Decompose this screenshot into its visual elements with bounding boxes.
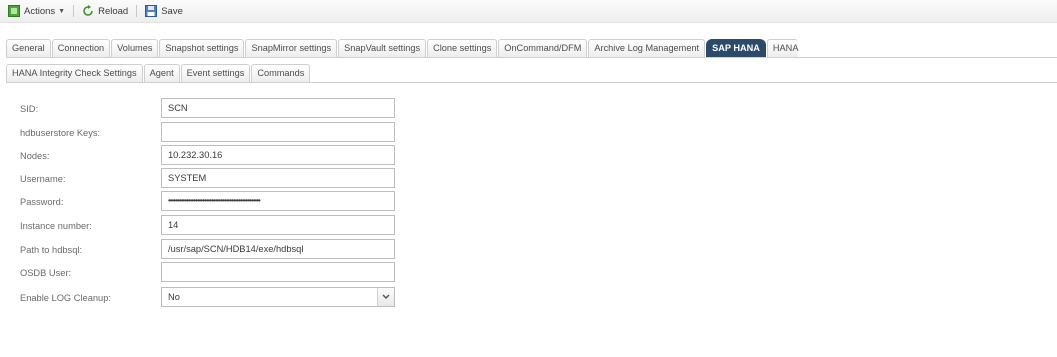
tab-row-1-divider [6, 57, 1057, 58]
toolbar-separator [73, 5, 75, 17]
form-row-enable-log-cleanup: Enable LOG Cleanup: No [20, 287, 420, 309]
form-row-osdb-user: OSDB User: [20, 262, 420, 284]
username-input[interactable]: SYSTEM [161, 168, 395, 188]
actions-label: Actions [24, 5, 56, 17]
nodes-label: Nodes: [20, 151, 50, 161]
form-row-hdbuserstore-keys: hdbuserstore Keys: [20, 122, 420, 144]
osdb-user-input[interactable] [161, 262, 395, 282]
password-label: Password: [20, 197, 64, 207]
form-row-nodes: Nodes: 10.232.30.16 [20, 145, 420, 167]
tab-hana-integrity-check-settings[interactable]: HANA Integrity Check Settings [6, 64, 143, 82]
enable-log-cleanup-select[interactable]: No [161, 287, 395, 307]
tab-bar-row-2: HANA Integrity Check Settings Agent Even… [6, 63, 311, 82]
nodes-input[interactable]: 10.232.30.16 [161, 145, 395, 165]
actions-icon [8, 5, 20, 17]
tab-commands[interactable]: Commands [251, 64, 311, 82]
enable-log-cleanup-label: Enable LOG Cleanup: [20, 293, 111, 303]
toolbar-separator [136, 5, 138, 17]
tab-bar-row-1: General Connection Volumes Snapshot sett… [6, 38, 799, 57]
save-icon [145, 5, 158, 17]
tab-event-settings[interactable]: Event settings [180, 64, 251, 82]
form-row-instance-number: Instance number: 14 [20, 215, 420, 237]
hdbuserstore-keys-label: hdbuserstore Keys: [20, 128, 101, 138]
form-row-path-to-hdbsql: Path to hdbsql: /usr/sap/SCN/HDB14/exe/h… [20, 239, 420, 261]
tab-snapvault-settings[interactable]: SnapVault settings [338, 39, 427, 57]
chevron-down-icon: ▼ [58, 7, 66, 15]
save-button[interactable]: Save [145, 5, 183, 17]
tab-snapmirror-settings[interactable]: SnapMirror settings [245, 39, 338, 57]
form-row-sid: SID: SCN [20, 98, 420, 120]
tab-connection[interactable]: Connection [51, 39, 111, 57]
instance-number-input[interactable]: 14 [161, 215, 395, 235]
tab-oncommand-dfm[interactable]: OnCommand/DFM [498, 39, 588, 57]
reload-icon [83, 5, 93, 16]
tab-volumes[interactable]: Volumes [111, 39, 159, 57]
tab-clone-settings[interactable]: Clone settings [427, 39, 498, 57]
tab-hana[interactable]: HANA [766, 39, 799, 57]
sid-input[interactable]: SCN [161, 98, 395, 118]
reload-button[interactable]: Reload [82, 5, 128, 17]
dropdown-arrow[interactable] [377, 288, 394, 306]
reload-label: Reload [98, 5, 129, 17]
username-label: Username: [20, 174, 66, 184]
sid-label: SID: [20, 104, 39, 114]
instance-number-label: Instance number: [20, 221, 92, 231]
toolbar: Actions ▼ Reload Save [0, 0, 1057, 23]
save-label: Save [161, 5, 183, 17]
actions-button[interactable]: Actions ▼ [8, 5, 65, 17]
path-to-hdbsql-input[interactable]: /usr/sap/SCN/HDB14/exe/hdbsql [161, 239, 395, 259]
form-row-password: Password: ••••••••••••••••••••••••••••••… [20, 191, 420, 213]
osdb-user-label: OSDB User: [20, 268, 72, 278]
tab-row-2-divider [6, 82, 1057, 83]
tab-snapshot-settings[interactable]: Snapshot settings [159, 39, 245, 57]
path-to-hdbsql-label: Path to hdbsql: [20, 245, 83, 255]
enable-log-cleanup-value: No [168, 292, 180, 302]
hdbuserstore-keys-input[interactable] [161, 122, 395, 142]
tab-general[interactable]: General [6, 39, 51, 57]
tab-agent[interactable]: Agent [143, 64, 180, 82]
form-row-username: Username: SYSTEM [20, 168, 420, 190]
chevron-down-icon [382, 294, 390, 300]
tab-sap-hana[interactable]: SAP HANA [706, 39, 766, 57]
tab-archive-log-management[interactable]: Archive Log Management [588, 39, 706, 57]
password-input[interactable]: ••••••••••••••••••••••••••••••••••••••••… [161, 191, 395, 211]
